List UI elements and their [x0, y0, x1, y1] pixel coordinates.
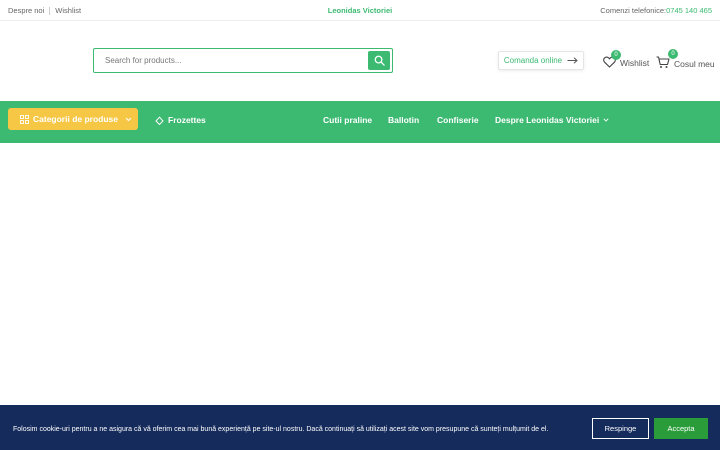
nav-item-frozettes[interactable]: Frozettes [155, 115, 206, 125]
chevron-down-icon [125, 117, 132, 121]
nav-item-despre[interactable]: Despre Leonidas Victoriei [495, 115, 609, 125]
phone-number[interactable]: 0745 140 465 [666, 6, 712, 15]
chevron-down-icon [603, 118, 609, 122]
grid-icon [20, 114, 29, 124]
categories-label: Categorii de produse [33, 114, 119, 124]
arrow-right-icon [567, 57, 578, 64]
order-online-label: Comanda online [503, 56, 563, 65]
search-button[interactable] [368, 51, 390, 70]
cart-icon [656, 55, 670, 68]
nav-label: Ballotin [388, 115, 420, 125]
search-input[interactable] [94, 56, 364, 65]
nav-label: Cutii praline [323, 115, 373, 125]
accept-button[interactable]: Accepta [654, 418, 708, 439]
wishlist-count-badge: 0 [611, 50, 621, 60]
search-icon [374, 55, 385, 66]
nav-item-confiserie[interactable]: Confiserie [437, 115, 479, 125]
categories-button[interactable]: Categorii de produse [8, 108, 138, 130]
ice-cream-icon [155, 115, 164, 125]
nav-item-cutii-praline[interactable]: Cutii praline [323, 115, 372, 125]
cart-label: Cosul meu [674, 59, 715, 69]
search-bar [93, 48, 393, 73]
nav-label: Frozettes [168, 115, 206, 125]
cart-count-badge: 0 [668, 49, 678, 59]
nav-label: Despre Leonidas Victoriei [495, 115, 600, 125]
nav-item-ballotin[interactable]: Ballotin [388, 115, 419, 125]
phone-info: Comenzi telefonice:0745 140 465 [600, 6, 712, 15]
phone-label: Comenzi telefonice: [600, 6, 667, 15]
wishlist-label: Wishlist [620, 58, 650, 68]
header-cart[interactable]: 0 Cosul meu [656, 49, 715, 69]
cookie-message: Folosim cookie-uri pentru a ne asigura c… [13, 426, 549, 433]
top-bar: Despre noi Wishlist Leonidas Victoriei C… [0, 0, 720, 21]
nav-label: Confiserie [437, 115, 479, 125]
cookie-banner: Folosim cookie-uri pentru a ne asigura c… [0, 405, 720, 450]
main-nav: Categorii de produse Frozettes Cutii pra… [0, 101, 720, 143]
reject-button[interactable]: Respinge [592, 418, 649, 439]
order-online-button[interactable]: Comanda online [498, 51, 584, 70]
header-wishlist[interactable]: 0 Wishlist [603, 50, 650, 68]
